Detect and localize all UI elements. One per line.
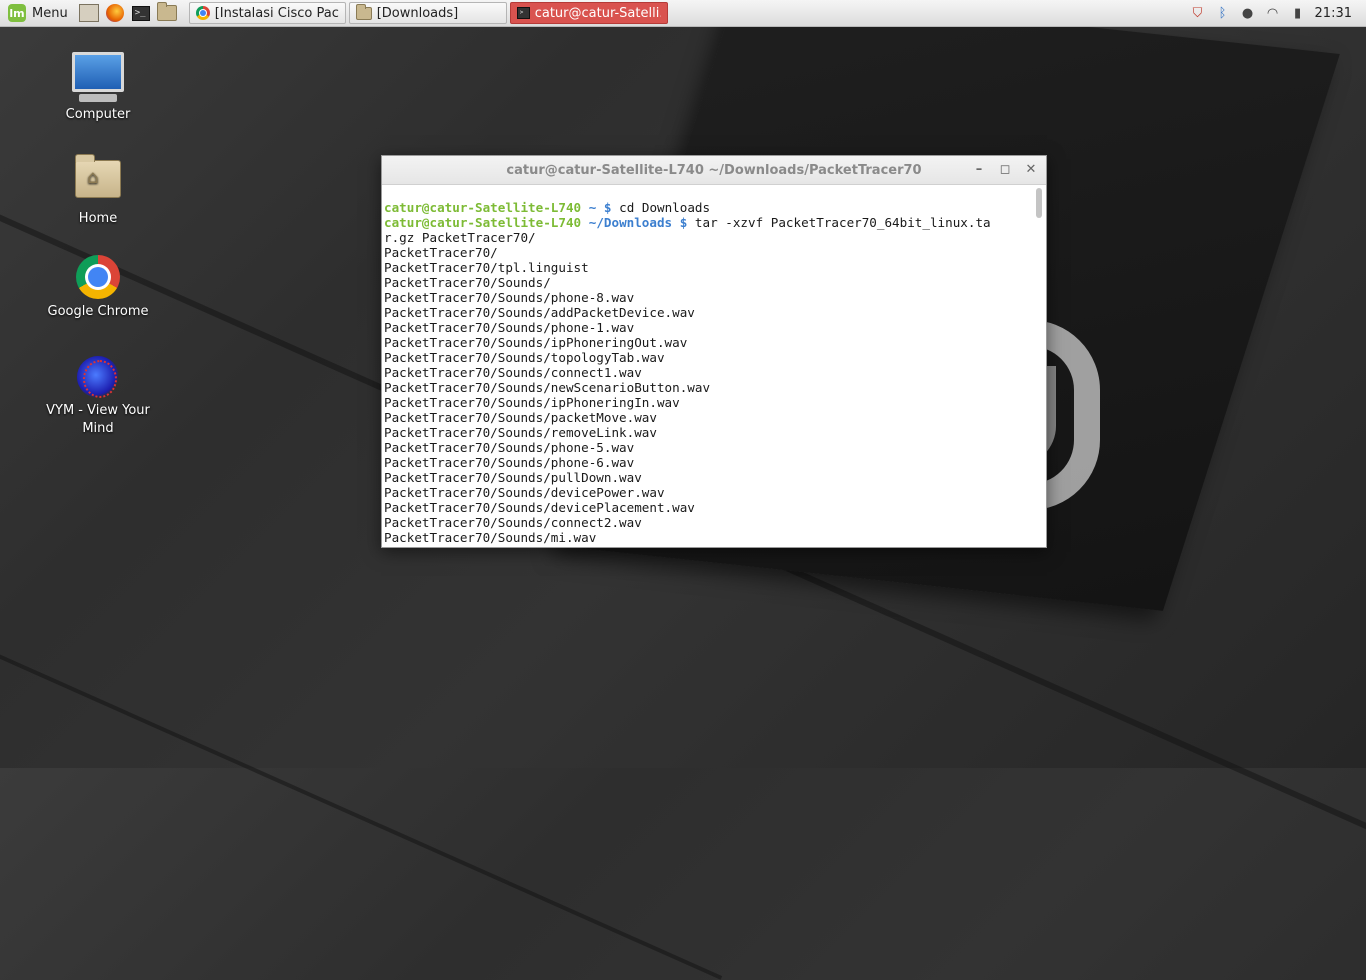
output-line: PacketTracer70/Sounds/devicePlacement.wa… (384, 500, 695, 515)
prompt-line: catur@catur-Satellite-L740 ~ $ cd Downlo… (384, 200, 711, 215)
battery-icon[interactable]: ▮ (1290, 5, 1306, 21)
folder-icon (355, 3, 372, 20)
desktop-icon-vym[interactable]: VYM - View Your Mind (43, 356, 153, 438)
update-shield-icon[interactable]: ⛉ (1190, 5, 1206, 21)
clock[interactable]: 21:31 (1315, 6, 1352, 21)
output-line: r.gz PacketTracer70/ (384, 230, 536, 245)
desktop-icon-label: Home (78, 211, 118, 226)
output-line: PacketTracer70/Sounds/ipPhoneringOut.wav (384, 335, 688, 350)
output-line: PacketTracer70/Sounds/phone-1.wav (384, 320, 635, 335)
output-line: PacketTracer70/Sounds/mi.wav (384, 530, 597, 545)
output-line: PacketTracer70/Sounds/phone-5.wav (384, 440, 635, 455)
terminal-output[interactable]: catur@catur-Satellite-L740 ~ $ cd Downlo… (384, 185, 1032, 545)
menu-label: Menu (32, 5, 68, 21)
taskbar-item-downloads[interactable]: [Downloads] (348, 2, 507, 24)
taskbar-item-label: catur@catur-Satelli… (534, 5, 661, 21)
taskbar-item-label: [Downloads] (376, 5, 459, 21)
taskbar-item-terminal[interactable]: > catur@catur-Satelli… (509, 2, 668, 24)
output-line: PacketTracer70/Sounds/removeLink.wav (384, 425, 657, 440)
window-title: catur@catur-Satellite-L740 ~/Downloads/P… (506, 162, 922, 178)
desktop-icon-computer[interactable]: Computer (43, 52, 153, 124)
output-line: PacketTracer70/Sounds/topologyTab.wav (384, 350, 665, 365)
window-titlebar[interactable]: catur@catur-Satellite-L740 ~/Downloads/P… (382, 156, 1046, 185)
close-icon[interactable]: ✕ (1022, 160, 1040, 178)
mint-logo-icon: lm (8, 4, 26, 22)
output-line: PacketTracer70/Sounds/devicePower.wav (384, 485, 665, 500)
output-line: PacketTracer70/Sounds/packetMove.wav (384, 410, 657, 425)
terminal-scrollbar[interactable] (1035, 188, 1043, 548)
output-line: PacketTracer70/Sounds/pullDown.wav (384, 470, 642, 485)
bluetooth-icon[interactable]: ᛒ (1215, 5, 1231, 21)
chrome-icon (195, 6, 210, 20)
firefox-icon (105, 4, 124, 22)
terminal-window[interactable]: catur@catur-Satellite-L740 ~/Downloads/P… (381, 155, 1047, 548)
firefox-launcher[interactable] (104, 2, 126, 24)
scrollbar-thumb[interactable] (1036, 188, 1042, 218)
computer-icon (72, 52, 124, 92)
show-desktop-icon (78, 4, 99, 22)
desktop-icon-google-chrome[interactable]: Google Chrome (43, 255, 153, 321)
vym-icon (77, 356, 119, 398)
desktop-icon-label: Computer (65, 107, 131, 122)
output-line: PacketTracer70/Sounds/ipPhoneringIn.wav (384, 395, 680, 410)
chrome-icon (76, 255, 120, 299)
home-folder-icon: ⌂ (75, 154, 121, 198)
show-desktop-launcher[interactable] (78, 2, 100, 24)
maximize-icon[interactable]: ◻ (996, 160, 1014, 178)
desktop-icon-home[interactable]: ⌂ Home (43, 154, 153, 228)
terminal-icon: > (516, 7, 530, 19)
output-line: PacketTracer70/Sounds/connect2.wav (384, 515, 642, 530)
output-line: PacketTracer70/Sounds/phone-6.wav (384, 455, 635, 470)
prompt-line: catur@catur-Satellite-L740 ~/Downloads $… (384, 215, 991, 230)
taskbar-item-label: [Instalasi Cisco Pac… (214, 5, 339, 21)
files-launcher[interactable] (156, 2, 178, 24)
desktop-icon-label: Google Chrome (47, 304, 149, 319)
user-icon[interactable]: ● (1240, 5, 1256, 21)
desktop-icon-label: VYM - View Your Mind (46, 403, 150, 436)
terminal-launcher[interactable]: >_ (130, 2, 152, 24)
system-tray: ⛉ ᛒ ● ◠ ▮ 21:31 (1190, 5, 1366, 21)
output-line: PacketTracer70/tpl.linguist (384, 260, 589, 275)
output-line: PacketTracer70/Sounds/phone-8.wav (384, 290, 635, 305)
top-panel: lm Menu >_ [Instalasi Cisco Pac… [Downlo… (0, 0, 1366, 27)
output-line: PacketTracer70/ (384, 245, 498, 260)
output-line: PacketTracer70/Sounds/newScenarioButton.… (384, 380, 711, 395)
output-line: PacketTracer70/Sounds/connect1.wav (384, 365, 642, 380)
wifi-icon[interactable]: ◠ (1265, 5, 1281, 21)
minimize-icon[interactable]: – (970, 160, 988, 178)
wallpaper-stripe (0, 610, 723, 980)
terminal-icon: >_ (131, 5, 150, 21)
taskbar-item-chrome[interactable]: [Instalasi Cisco Pac… (188, 2, 346, 24)
output-line: PacketTracer70/Sounds/ (384, 275, 551, 290)
menu-button[interactable]: lm Menu (0, 0, 76, 26)
folder-icon (156, 2, 177, 21)
output-line: PacketTracer70/Sounds/addPacketDevice.wa… (384, 305, 695, 320)
